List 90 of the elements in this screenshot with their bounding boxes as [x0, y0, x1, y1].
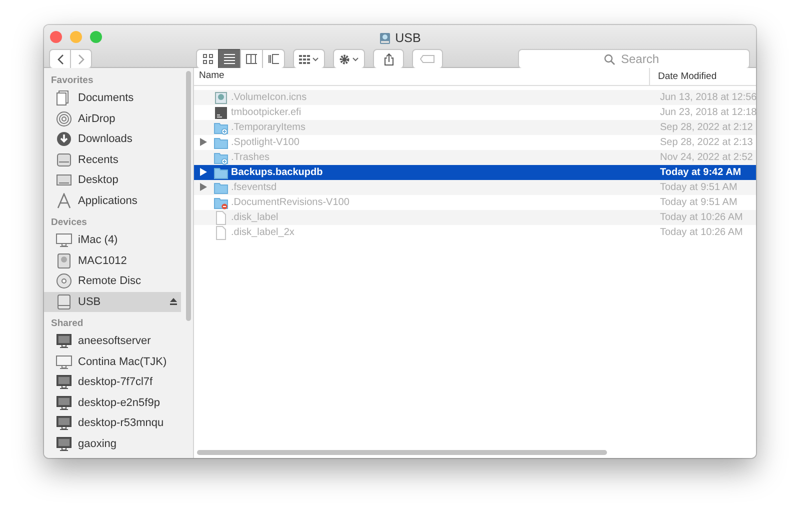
drive-icon — [379, 32, 392, 45]
sidebar-item[interactable]: USB — [44, 292, 181, 312]
window-title: USB — [395, 30, 421, 47]
view-mode-button[interactable] — [218, 49, 241, 69]
date-modified: Today at 9:51 AM — [659, 196, 738, 210]
column-header[interactable]: Date Modified — [649, 68, 756, 85]
sidebar-item[interactable]: Documents — [44, 88, 181, 108]
folder-plus-icon — [214, 150, 228, 164]
recents-icon — [56, 152, 72, 168]
sidebar-item[interactable]: Recents — [44, 150, 181, 170]
server-icon — [56, 374, 72, 390]
server-icon — [56, 436, 72, 452]
applications-icon — [56, 192, 72, 209]
search-icon — [604, 54, 615, 65]
share-button[interactable] — [373, 49, 404, 69]
sidebar-section-header: Shared — [50, 317, 84, 331]
date-modified: Today at 9:42 AM — [659, 166, 742, 180]
action-button[interactable] — [333, 49, 365, 69]
date-modified: Sep 28, 2022 at 2:13 — [659, 136, 754, 150]
date-modified: Sep 28, 2022 at 2:12 — [659, 121, 754, 135]
date-modified: Today at 10:26 AM — [659, 226, 744, 240]
airdrop-icon — [56, 110, 72, 127]
date-modified: Jun 23, 2018 at 12:18 — [659, 106, 756, 120]
view-mode-button[interactable] — [196, 49, 219, 69]
file-name: .disk_label — [231, 211, 278, 225]
file-name: .DocumentRevisions-V100 — [231, 196, 350, 210]
back-button[interactable] — [49, 49, 71, 69]
gear-caret-icon — [339, 54, 359, 64]
list-view-icon — [224, 54, 235, 64]
exec-icon — [214, 106, 228, 120]
tag-icon — [420, 55, 435, 63]
folder-lock-icon — [214, 196, 228, 210]
disc-icon — [56, 273, 72, 290]
sidebar-item[interactable]: desktop-e2n5f9p — [44, 392, 181, 413]
drive-icon — [56, 294, 72, 310]
eject-icon[interactable] — [170, 298, 177, 306]
gallery-view-icon — [268, 54, 279, 64]
chevron-right-icon — [78, 54, 84, 64]
file-name: .disk_label_2x — [231, 226, 294, 240]
sidebar-item[interactable]: Desktop — [44, 170, 181, 190]
file-name: .VolumeIcon.icns — [231, 91, 307, 105]
sidebar-item[interactable]: gaoxing — [44, 434, 181, 454]
search-field[interactable]: Search — [518, 49, 750, 69]
sidebar-item[interactable]: iMac (4) — [44, 230, 181, 250]
computer-icon — [56, 232, 72, 248]
icon-view-icon — [202, 54, 212, 64]
column-header[interactable]: Name — [194, 69, 649, 84]
sidebar-item[interactable]: AirDrop — [44, 108, 181, 129]
file-row[interactable]: Backups.backupdb Today at 9:42 AM — [194, 165, 756, 180]
group-button[interactable] — [293, 49, 325, 69]
file-name: .Trashes — [231, 151, 270, 165]
date-modified: Today at 9:51 AM — [659, 181, 738, 195]
sidebar-item[interactable]: Applications — [44, 190, 181, 211]
sidebar-item[interactable]: desktop-7f7cl7f — [44, 372, 181, 392]
file-name: .TemporaryItems — [231, 121, 306, 135]
view-mode-button[interactable] — [262, 49, 285, 69]
date-modified: Nov 24, 2022 at 2:52 — [659, 151, 754, 165]
sidebar-item[interactable]: Contina Mac(TJK) — [44, 352, 181, 372]
server-icon — [56, 333, 72, 350]
server-icon — [56, 394, 72, 411]
scrollbar[interactable] — [197, 450, 607, 455]
desktop-icon — [56, 172, 72, 188]
chevron-left-icon — [56, 54, 64, 64]
file-icon — [214, 210, 228, 224]
sidebar-section-header: Favorites — [50, 74, 94, 88]
folder-plus-icon — [214, 120, 228, 134]
image-icon — [214, 90, 228, 104]
date-modified: Jun 13, 2018 at 12:56 — [659, 91, 756, 105]
sidebar-item[interactable]: Remote Disc — [44, 271, 181, 292]
downloads-icon — [56, 131, 72, 148]
column-view-icon — [246, 54, 257, 64]
computer-icon — [56, 354, 72, 370]
scrollbar[interactable] — [186, 71, 191, 321]
file-name: .fseventsd — [231, 181, 277, 195]
view-mode-button[interactable] — [240, 49, 263, 69]
disclosure-triangle-icon[interactable] — [200, 183, 207, 192]
date-modified: Today at 10:26 AM — [659, 211, 744, 225]
file-name: .Spotlight-V100 — [231, 136, 300, 150]
sidebar-item[interactable]: desktop-r53mnqu — [44, 413, 181, 434]
file-name: Backups.backupdb — [231, 166, 323, 180]
file-name: tmbootpicker.efi — [231, 106, 302, 120]
disclosure-triangle-icon[interactable] — [200, 168, 207, 176]
disclosure-triangle-icon[interactable] — [200, 138, 207, 146]
sidebar-item[interactable]: Downloads — [44, 129, 181, 150]
share-icon — [384, 52, 394, 66]
server-icon — [56, 415, 72, 432]
sidebar-item[interactable]: MAC1012 — [44, 250, 181, 271]
sidebar-section-header: Devices — [50, 216, 88, 230]
grid-caret-icon — [299, 54, 319, 64]
sidebar-item[interactable]: aneesoftserver — [44, 331, 181, 352]
